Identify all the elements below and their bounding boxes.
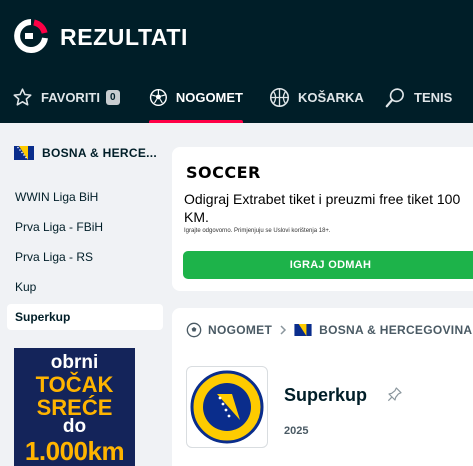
sidebar-league-prva-liga-rs[interactable]: Prva Liga - RS	[7, 244, 163, 270]
breadcrumb: NOGOMET BOSNA & HERCEGOVINA	[186, 322, 472, 338]
league-season: 2025	[284, 425, 309, 437]
nav-tab-nogomet[interactable]: NOGOMET	[149, 72, 243, 123]
top-header: REZULTATI FAVORITI 0 NOGOMET KOŠARKA TEN…	[0, 0, 473, 123]
logo-icon	[14, 19, 48, 53]
tennis-racket-icon	[385, 87, 404, 107]
promo-banner[interactable]: obrni TOČAK SREĆE do 1.000km	[14, 348, 135, 466]
pin-icon[interactable]	[387, 386, 403, 402]
promo-line-1: obrni	[50, 352, 99, 373]
soccer-ball-icon	[186, 322, 202, 338]
league-title: Superkup	[284, 385, 368, 405]
ad-card[interactable]: SOCCER Odigraj Extrabet tiket i preuzmi …	[172, 147, 473, 291]
sport-nav: FAVORITI 0 NOGOMET KOŠARKA TENIS	[0, 72, 473, 123]
logo-text: REZULTATI	[60, 24, 189, 50]
star-icon	[13, 88, 32, 106]
site-logo[interactable]: REZULTATI	[14, 18, 187, 54]
nav-tab-nogomet-label: NOGOMET	[175, 90, 243, 105]
ad-disclaimer: Igrajte odgovorno. Primjenjuju se Uslovi…	[184, 228, 331, 234]
sidebar-country-label: BOSNA & HERCE...	[42, 146, 158, 160]
ad-title: Odigraj Extrabet tiket i preuzmi free ti…	[184, 191, 461, 225]
ad-cta-button[interactable]: IGRAJ ODMAH	[183, 251, 473, 279]
nav-tab-kosarka[interactable]: KOŠARKA	[269, 72, 364, 123]
league-header-card: NOGOMET BOSNA & HERCEGOVINA Superkup 202…	[172, 308, 473, 466]
favorites-count-badge: 0	[105, 90, 120, 105]
sidebar-league-kup[interactable]: Kup	[7, 274, 163, 300]
breadcrumb-sport[interactable]: NOGOMET	[208, 323, 272, 337]
basketball-icon	[269, 87, 290, 108]
nav-tab-tenis[interactable]: TENIS	[384, 72, 452, 123]
active-tab-indicator	[149, 120, 243, 123]
nav-favorites-label: FAVORITI	[41, 90, 100, 105]
nav-tab-kosarka-label: KOŠARKA	[298, 90, 364, 105]
football-federation-bih-logo	[190, 370, 264, 444]
nav-favorites[interactable]: FAVORITI 0	[12, 72, 120, 123]
ad-brand-logo: SOCCER	[186, 163, 261, 182]
soccer-ball-icon	[149, 88, 167, 107]
chevron-right-icon	[280, 325, 287, 335]
promo-line-5: 1.000km	[24, 436, 125, 466]
nav-tab-tenis-label: TENIS	[414, 90, 453, 105]
sidebar-country-header[interactable]: BOSNA & HERCE...	[14, 146, 157, 160]
bih-flag-icon	[294, 324, 312, 336]
sidebar-league-prva-liga-fbih[interactable]: Prva Liga - FBiH	[7, 214, 163, 240]
league-logo	[186, 366, 268, 448]
breadcrumb-country[interactable]: BOSNA & HERCEGOVINA	[319, 323, 472, 337]
sidebar-league-superkup[interactable]: Superkup	[7, 304, 163, 330]
sidebar-league-wwin-liga[interactable]: WWIN Liga BiH	[7, 184, 163, 210]
promo-line-4: do	[62, 416, 87, 437]
bih-flag-icon	[14, 146, 34, 160]
